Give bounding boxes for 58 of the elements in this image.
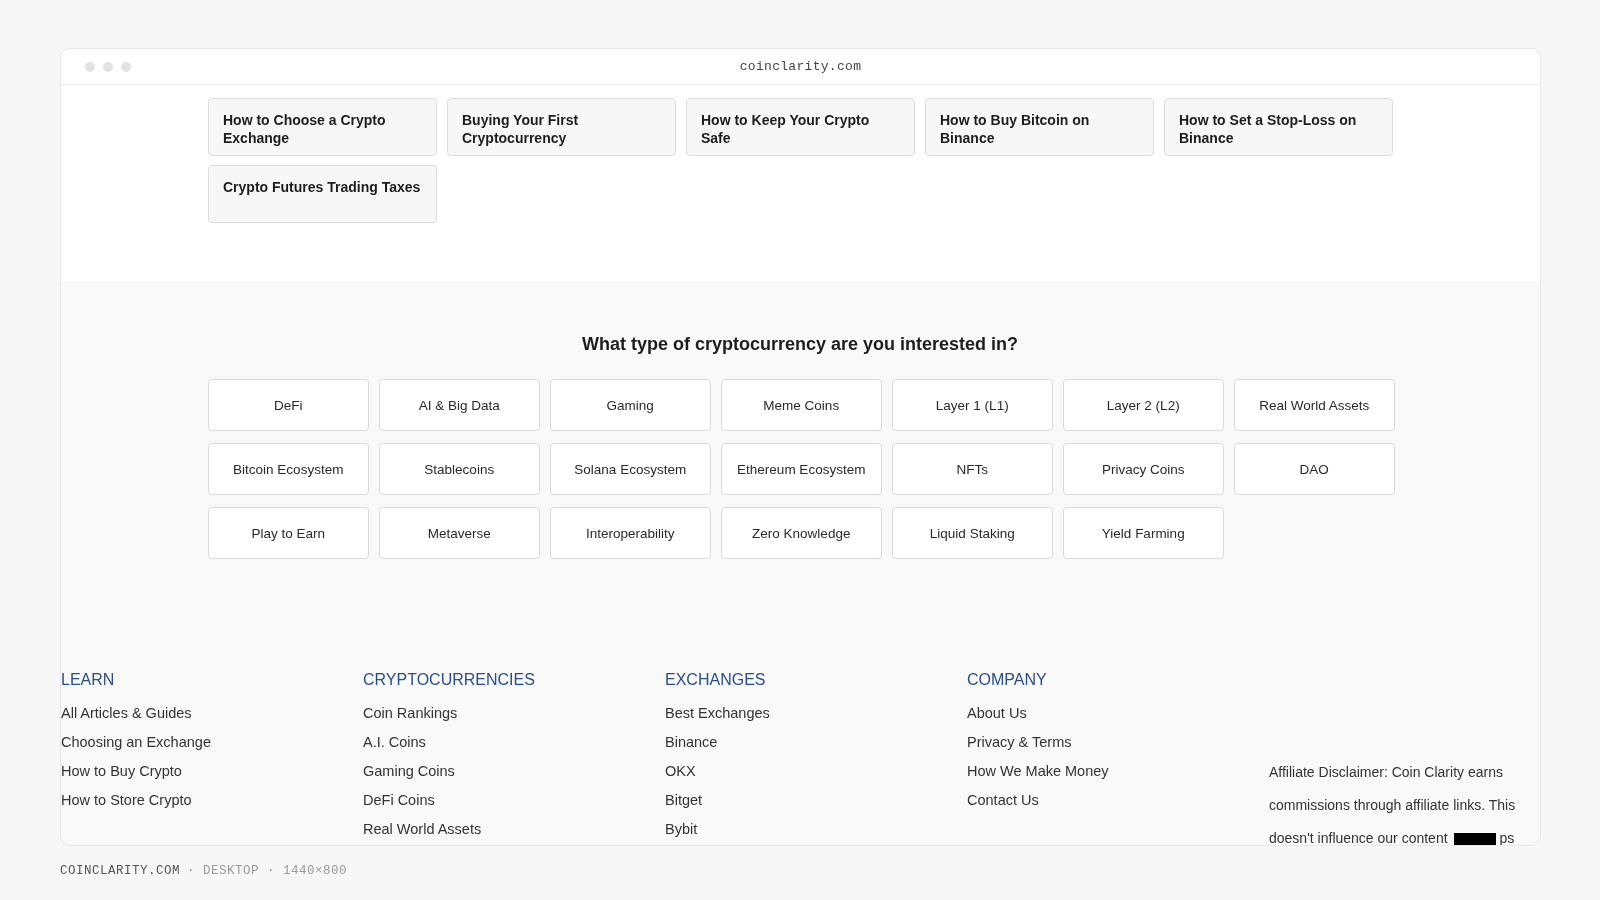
category-button[interactable]: Bitcoin Ecosystem	[208, 443, 369, 495]
category-button[interactable]: DAO	[1234, 443, 1395, 495]
category-button[interactable]: Liquid Staking	[892, 507, 1053, 559]
window-dot-icon[interactable]	[121, 61, 131, 72]
category-button[interactable]: Metaverse	[379, 507, 540, 559]
guide-card[interactable]: How to Choose a Crypto Exchange	[208, 98, 437, 156]
footer-link[interactable]: Gaming Coins	[363, 761, 665, 781]
category-button[interactable]: Layer 2 (L2)	[1063, 379, 1224, 431]
category-button[interactable]: Interoperability	[550, 507, 711, 559]
category-button[interactable]: Gaming	[550, 379, 711, 431]
category-button[interactable]: Zero Knowledge	[721, 507, 882, 559]
category-button[interactable]: Ethereum Ecosystem	[721, 443, 882, 495]
footer-link[interactable]: Privacy & Terms	[967, 732, 1269, 752]
footer-link[interactable]: Bybit	[665, 819, 967, 839]
guide-card[interactable]: How to Buy Bitcoin on Binance	[925, 98, 1154, 156]
footer-link[interactable]: DeFi Coins	[363, 790, 665, 810]
caption-text: COINCLARITY.COM	[60, 864, 181, 878]
category-button[interactable]: NFTs	[892, 443, 1053, 495]
footer-link[interactable]: How to Store Crypto	[61, 790, 363, 810]
address-text: coinclarity.com	[739, 59, 862, 74]
category-button[interactable]: Meme Coins	[721, 379, 882, 431]
footer-heading: LEARN	[61, 671, 116, 689]
category-button[interactable]: AI & Big Data	[379, 379, 540, 431]
category-button[interactable]: DeFi	[208, 379, 369, 431]
footer-link[interactable]: How to Buy Crypto	[61, 761, 363, 781]
footer-heading: EXCHANGES	[665, 671, 767, 689]
section-heading: What type of cryptocurrency are you interested in?	[580, 334, 1020, 355]
window-dot-icon[interactable]	[103, 61, 113, 72]
guide-card[interactable]: Crypto Futures Trading Taxes	[208, 165, 437, 223]
category-button[interactable]: Yield Farming	[1063, 507, 1224, 559]
footer-link[interactable]: About Us	[967, 703, 1269, 723]
caption-text: · DESKTOP · 1440×800	[187, 864, 348, 878]
footer-link[interactable]: Coin Rankings	[363, 703, 665, 723]
disclaimer-text: doesn't influence our content	[1269, 829, 1448, 845]
footer-link[interactable]: A.I. Coins	[363, 732, 665, 752]
footer-heading: COMPANY	[967, 671, 1048, 689]
window-dot-icon[interactable]	[85, 61, 95, 72]
category-button[interactable]: Play to Earn	[208, 507, 369, 559]
footer-link[interactable]: Best Exchanges	[665, 703, 967, 723]
footer-link[interactable]: Choosing an Exchange	[61, 732, 363, 752]
guide-card[interactable]: How to Keep Your Crypto Safe	[686, 98, 915, 156]
disclaimer-text: ps	[1499, 829, 1515, 845]
guide-card[interactable]: How to Set a Stop-Loss on Binance	[1164, 98, 1393, 156]
footer-link[interactable]: Binance	[665, 732, 967, 752]
footer-link[interactable]: Bitget	[665, 790, 967, 810]
footer-link[interactable]: All Articles & Guides	[61, 703, 363, 723]
category-button[interactable]: Layer 1 (L1)	[892, 379, 1053, 431]
category-button[interactable]: Privacy Coins	[1063, 443, 1224, 495]
category-button[interactable]: Solana Ecosystem	[550, 443, 711, 495]
category-button[interactable]: Stablecoins	[379, 443, 540, 495]
footer-link[interactable]: How We Make Money	[967, 761, 1269, 781]
footer-link[interactable]: Contact Us	[967, 790, 1269, 810]
footer-link[interactable]: OKX	[665, 761, 967, 781]
category-button[interactable]: Real World Assets	[1234, 379, 1395, 431]
guide-card[interactable]: Buying Your First Cryptocurrency	[447, 98, 676, 156]
redaction-bar	[1453, 832, 1496, 845]
footer-link[interactable]: Real World Assets	[363, 819, 665, 839]
footer-heading: CRYPTOCURRENCIES	[363, 671, 536, 689]
